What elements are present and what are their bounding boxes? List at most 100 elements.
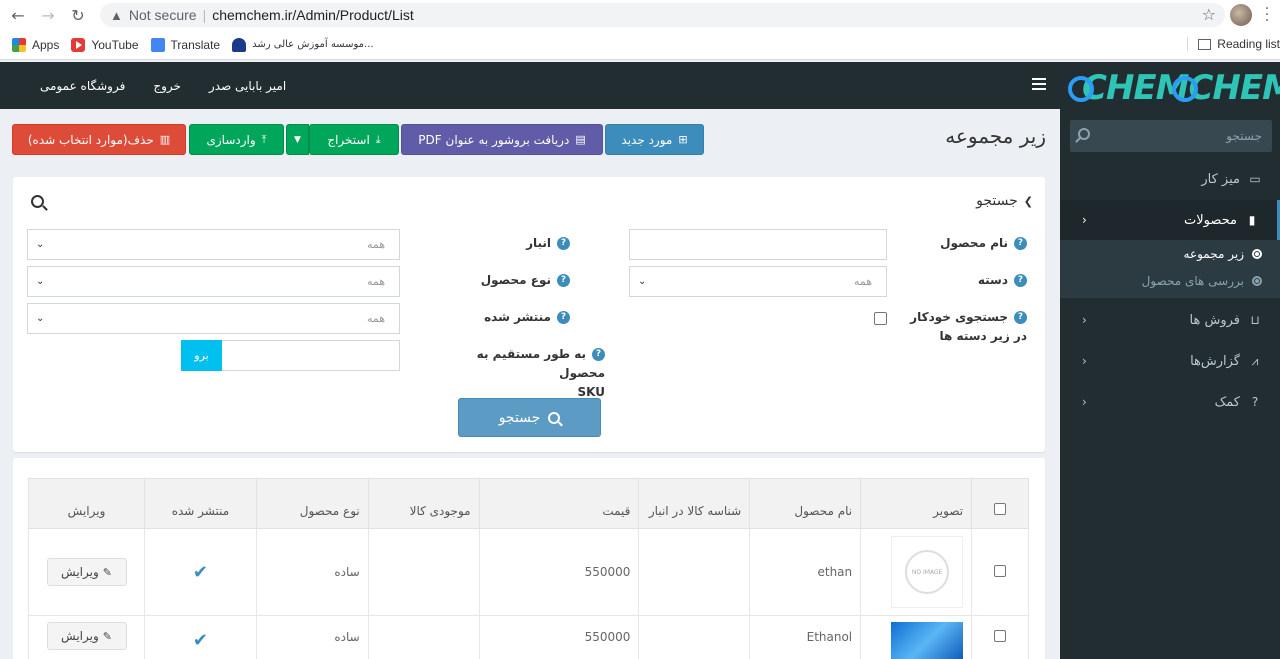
reload-icon[interactable]: ↻ bbox=[66, 3, 90, 27]
back-icon[interactable]: ← bbox=[6, 3, 30, 27]
row-name: ethan bbox=[749, 528, 862, 616]
logout-link[interactable]: خروج bbox=[153, 79, 181, 93]
import-button[interactable]: ⤒ واردسازی bbox=[189, 124, 284, 155]
youtube-icon bbox=[71, 37, 86, 52]
bookmark-apps[interactable]: Apps bbox=[12, 37, 59, 52]
row-checkbox[interactable] bbox=[994, 564, 1007, 577]
sidebar-item-help[interactable]: ? کمک ‹ bbox=[1060, 382, 1280, 422]
bookmark-youtube[interactable]: YouTube bbox=[71, 37, 139, 52]
chevron-down-icon: ⌄ bbox=[36, 276, 45, 287]
search-icon bbox=[548, 411, 561, 424]
products-submenu: زیر مجموعه بررسی های محصول bbox=[1060, 240, 1280, 298]
bookmark-star-icon[interactable]: ☆ bbox=[1202, 5, 1216, 24]
row-select-cell bbox=[971, 615, 1029, 659]
row-stock bbox=[367, 528, 480, 616]
product-thumbnail[interactable] bbox=[891, 622, 964, 659]
question-icon[interactable]: ? bbox=[557, 237, 570, 250]
address-bar[interactable]: ▲ Not secure | chemchem.ir/Admin/Product… bbox=[100, 3, 1225, 27]
question-icon[interactable]: ? bbox=[557, 311, 570, 324]
question-icon[interactable]: ? bbox=[1014, 237, 1027, 250]
warehouse-select[interactable]: همه ⌄ bbox=[27, 229, 400, 260]
products-table: تصویر نام محصول شناسه کالا در انبار قیمت… bbox=[27, 478, 1029, 659]
chevron-down-icon: ⌄ bbox=[36, 239, 45, 250]
reading-list[interactable]: Reading list bbox=[1187, 37, 1280, 51]
export-dropdown-toggle[interactable]: ▼ bbox=[286, 124, 309, 155]
sidebar-subitem-reviews[interactable]: بررسی های محصول bbox=[1060, 267, 1280, 294]
search-icon[interactable] bbox=[1078, 128, 1090, 140]
table-header-row: تصویر نام محصول شناسه کالا در انبار قیمت… bbox=[27, 478, 1029, 529]
header-name: نام محصول bbox=[749, 478, 862, 529]
chevron-left-icon: ‹ bbox=[1082, 213, 1087, 227]
product-thumbnail[interactable]: NO IMAGE bbox=[891, 536, 964, 608]
header-sku: شناسه کالا در انبار bbox=[638, 478, 751, 529]
menu-toggle-icon[interactable] bbox=[1032, 78, 1046, 93]
product-type-select[interactable]: همه ⌄ bbox=[27, 266, 400, 297]
row-type: ساده bbox=[255, 528, 369, 616]
cart-icon: ⊔ bbox=[1250, 313, 1260, 327]
page-title: زیر مجموعه bbox=[945, 124, 1046, 148]
export-button[interactable]: ⤓ استخراج bbox=[309, 124, 399, 155]
row-published: ✔ bbox=[144, 615, 257, 659]
question-icon[interactable]: ? bbox=[1014, 274, 1027, 287]
table-row: Ethanol 550000 ساده ✔ ✎ ویرایش bbox=[27, 615, 1029, 659]
url-text: chemchem.ir/Admin/Product/List bbox=[212, 7, 414, 23]
chemchem-logo[interactable]: CHEMCHEM bbox=[1068, 64, 1280, 112]
sidebar: CHEMCHEM ▭ میز کار ▮ محصولات ‹ زیر مجموع… bbox=[1060, 62, 1280, 659]
search-icon[interactable] bbox=[31, 195, 44, 208]
edit-button[interactable]: ✎ ویرایش bbox=[46, 622, 127, 650]
apps-grid-icon bbox=[12, 37, 26, 52]
forward-icon[interactable]: → bbox=[36, 3, 60, 27]
select-all-checkbox[interactable] bbox=[994, 503, 1007, 515]
published-select[interactable]: همه ⌄ bbox=[27, 303, 400, 334]
sidebar-search-input[interactable] bbox=[1070, 120, 1272, 152]
circle-dot-icon bbox=[1252, 248, 1262, 259]
sidebar-search bbox=[1070, 120, 1272, 152]
warehouse-label: ?انبار bbox=[430, 234, 570, 253]
sidebar-subitem-subset[interactable]: زیر مجموعه bbox=[1060, 240, 1280, 267]
row-edit-cell: ✎ ویرایش bbox=[27, 528, 146, 616]
row-select-cell bbox=[971, 528, 1029, 616]
product-name-input[interactable] bbox=[630, 230, 886, 259]
search-panel-toggle[interactable]: ❯ جستجو bbox=[976, 193, 1033, 209]
translate-icon bbox=[150, 37, 165, 52]
sidebar-item-dashboard[interactable]: ▭ میز کار bbox=[1060, 159, 1280, 199]
sidebar-item-reports[interactable]: ⩘ گزارش‌ها ‹ bbox=[1060, 341, 1280, 381]
profile-avatar[interactable] bbox=[1230, 4, 1252, 26]
browser-menu-icon[interactable]: · · · bbox=[1262, 2, 1272, 28]
bookmarks-bar: Apps YouTube Translate موسسه آموزش عالی … bbox=[0, 30, 1280, 60]
question-icon[interactable]: ? bbox=[592, 348, 605, 361]
search-submit-button[interactable]: جستجو bbox=[458, 398, 601, 437]
chart-icon: ⩘ bbox=[1251, 353, 1259, 368]
delete-selected-button[interactable]: ▥ حذف(موارد انتخاب شده) bbox=[12, 124, 186, 155]
new-item-button[interactable]: ⊞ مورد جدید bbox=[605, 124, 704, 155]
go-button[interactable]: برو bbox=[181, 340, 222, 371]
check-icon: ✔ bbox=[192, 630, 208, 651]
user-name-link[interactable]: امیر بابایی صدر bbox=[209, 79, 286, 93]
edit-button[interactable]: ✎ ویرایش bbox=[46, 558, 127, 586]
public-store-link[interactable]: فروشگاه عمومی bbox=[40, 79, 125, 93]
upload-icon: ⤒ bbox=[261, 132, 267, 146]
sidebar-item-products[interactable]: ▮ محصولات ‹ bbox=[1060, 200, 1280, 240]
category-label: ?دسته bbox=[917, 271, 1027, 290]
auto-subcategory-checkbox[interactable] bbox=[874, 312, 887, 325]
select-all-header bbox=[971, 478, 1029, 529]
category-select[interactable]: همه ⌄ bbox=[629, 266, 887, 297]
question-icon[interactable]: ? bbox=[1014, 311, 1027, 324]
question-icon[interactable]: ? bbox=[557, 274, 570, 287]
bookmark-roshd[interactable]: موسسه آموزش عالی رشد... bbox=[232, 37, 374, 52]
row-sku bbox=[638, 528, 751, 616]
chevron-down-icon: ⌄ bbox=[638, 276, 647, 287]
download-icon: ⤓ bbox=[375, 132, 381, 146]
warning-icon: ▲ bbox=[110, 7, 123, 23]
product-name-field bbox=[629, 229, 887, 260]
sidebar-item-sales[interactable]: ⊔ فروش ها ‹ bbox=[1060, 300, 1280, 340]
row-checkbox[interactable] bbox=[994, 630, 1007, 642]
row-stock bbox=[367, 615, 480, 659]
chevron-down-icon: ⌄ bbox=[36, 313, 45, 324]
check-icon: ✔ bbox=[192, 561, 208, 583]
download-pdf-button[interactable]: ▤ دریافت بروشور به عنوان PDF bbox=[401, 124, 603, 155]
header-stock: موجودی کالا bbox=[367, 478, 480, 529]
published-label: ?منتشر شده bbox=[430, 308, 570, 327]
bookmark-translate[interactable]: Translate bbox=[150, 37, 220, 52]
browser-toolbar: ← → ↻ ▲ Not secure | chemchem.ir/Admin/P… bbox=[0, 0, 1280, 30]
